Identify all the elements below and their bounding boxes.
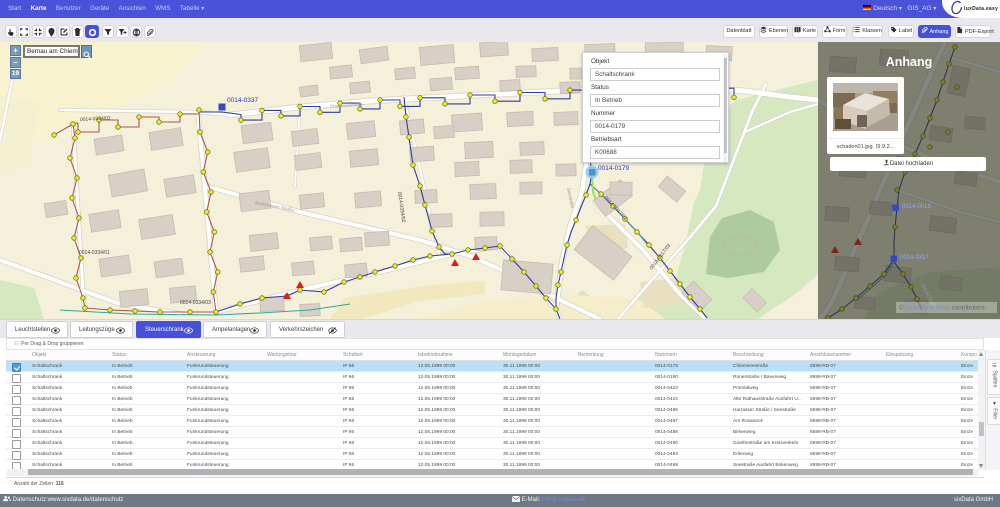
svg-text:0014-0337: 0014-0337 xyxy=(227,97,258,104)
svg-text:0014-0334/03: 0014-0334/03 xyxy=(180,300,211,306)
svg-text:0014-0334/01: 0014-0334/01 xyxy=(79,250,110,256)
svg-text:0014-0179: 0014-0179 xyxy=(598,165,629,172)
svg-text:luxData.easy: luxData.easy xyxy=(964,6,998,12)
